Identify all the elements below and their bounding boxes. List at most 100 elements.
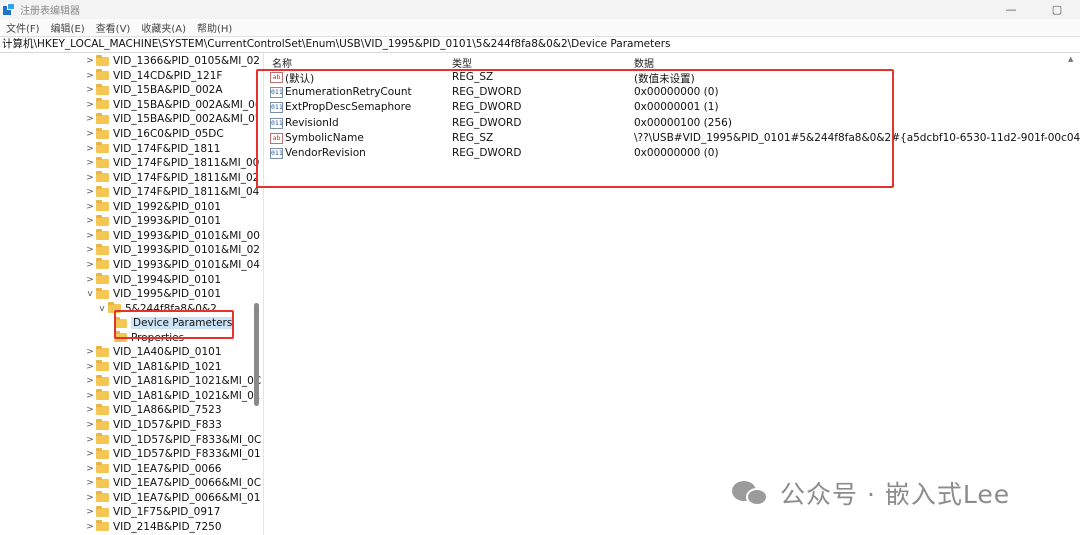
chevron-right-icon[interactable]: > bbox=[84, 420, 96, 430]
tree-item[interactable]: > VID_1A81&PID_1021&MI_01 bbox=[84, 389, 260, 404]
tree-item[interactable]: > VID_1993&PID_0101&MI_04 bbox=[84, 258, 260, 273]
scroll-up-arrow-icon[interactable]: ▲ bbox=[1068, 55, 1073, 63]
chevron-right-icon[interactable]: > bbox=[84, 391, 96, 401]
window-controls: — ▢ bbox=[988, 0, 1080, 19]
folder-icon bbox=[96, 185, 109, 197]
tree-item[interactable]: > VID_1366&PID_0105&MI_02 bbox=[84, 54, 260, 69]
chevron-right-icon[interactable]: > bbox=[84, 376, 96, 386]
tree-item[interactable]: > VID_1A81&PID_1021 bbox=[84, 360, 222, 375]
tree-item[interactable]: > VID_1F75&PID_0917 bbox=[84, 505, 220, 520]
tree-item-label: VID_1A86&PID_7523 bbox=[113, 404, 222, 417]
column-header-name[interactable]: 名称 bbox=[272, 55, 292, 70]
tree-item-label: VID_1EA7&PID_0066&MI_01 bbox=[113, 491, 261, 504]
chevron-right-icon[interactable]: > bbox=[84, 173, 96, 183]
chevron-right-icon[interactable]: > bbox=[84, 129, 96, 139]
tree-item-label: VID_1D57&PID_F833&MI_0C bbox=[113, 433, 262, 446]
tree-item[interactable]: > VID_174F&PID_1811&MI_04 bbox=[84, 185, 259, 200]
tree-item[interactable]: > VID_1D57&PID_F833 bbox=[84, 418, 222, 433]
tree-item[interactable]: > VID_1A81&PID_1021&MI_0C bbox=[84, 374, 261, 389]
folder-icon bbox=[96, 156, 109, 168]
wechat-logo-icon bbox=[732, 478, 770, 508]
regedit-app-icon bbox=[3, 3, 16, 16]
tree-item[interactable]: > VID_1EA7&PID_0066&MI_0C bbox=[84, 476, 261, 491]
chevron-right-icon[interactable]: > bbox=[84, 362, 96, 372]
tree-item[interactable]: > VID_174F&PID_1811 bbox=[84, 141, 220, 156]
tree-scroll-thumb[interactable] bbox=[254, 303, 259, 406]
folder-icon bbox=[96, 491, 109, 503]
tree-item[interactable]: > VID_15BA&PID_002A bbox=[84, 83, 223, 98]
chevron-right-icon[interactable]: > bbox=[84, 275, 96, 285]
address-bar[interactable]: 计算机\HKEY_LOCAL_MACHINE\SYSTEM\CurrentCon… bbox=[0, 36, 1080, 53]
tree-item[interactable]: > VID_214B&PID_7250 bbox=[84, 520, 222, 535]
chevron-right-icon[interactable]: > bbox=[84, 507, 96, 517]
chevron-right-icon[interactable]: > bbox=[84, 245, 96, 255]
tree-item[interactable]: > VID_15BA&PID_002A&MI_0' bbox=[84, 112, 258, 127]
chevron-right-icon[interactable]: > bbox=[84, 158, 96, 168]
folder-icon bbox=[96, 127, 109, 139]
chevron-right-icon[interactable]: > bbox=[84, 478, 96, 488]
minimize-button[interactable]: — bbox=[988, 0, 1034, 19]
tree-item[interactable]: > VID_1A86&PID_7523 bbox=[84, 403, 222, 418]
tree-item[interactable]: > VID_174F&PID_1811&MI_00 bbox=[84, 156, 259, 171]
menu-view[interactable]: 查看(V) bbox=[96, 20, 131, 35]
tree-item-label: VID_1A81&PID_1021 bbox=[113, 360, 222, 373]
tree-item[interactable]: > VID_1A40&PID_0101 bbox=[84, 345, 222, 360]
chevron-right-icon[interactable]: > bbox=[84, 231, 96, 241]
chevron-right-icon[interactable]: > bbox=[84, 100, 96, 110]
column-header-type[interactable]: 类型 bbox=[452, 55, 472, 70]
chevron-right-icon[interactable]: > bbox=[84, 216, 96, 226]
chevron-right-icon[interactable]: > bbox=[84, 71, 96, 81]
chevron-right-icon[interactable]: > bbox=[84, 202, 96, 212]
chevron-right-icon[interactable]: > bbox=[84, 114, 96, 124]
chevron-down-icon[interactable]: v bbox=[84, 289, 96, 299]
folder-icon bbox=[96, 447, 109, 459]
column-header-data[interactable]: 数据 bbox=[634, 55, 654, 70]
menu-file[interactable]: 文件(F) bbox=[6, 20, 40, 35]
tree-item[interactable]: > VID_1993&PID_0101&MI_02 bbox=[84, 243, 260, 258]
tree-item-label: VID_14CD&PID_121F bbox=[113, 69, 223, 82]
folder-icon bbox=[96, 389, 109, 401]
folder-icon bbox=[96, 200, 109, 212]
folder-icon bbox=[96, 98, 109, 110]
tree-item[interactable]: > VID_1992&PID_0101 bbox=[84, 200, 221, 215]
chevron-right-icon[interactable]: > bbox=[84, 260, 96, 270]
tree-item[interactable]: > VID_16C0&PID_05DC bbox=[84, 127, 224, 142]
chevron-down-icon[interactable]: v bbox=[96, 304, 108, 314]
menu-help[interactable]: 帮助(H) bbox=[197, 20, 232, 35]
tree-item[interactable]: > VID_1D57&PID_F833&MI_01 bbox=[84, 447, 261, 462]
chevron-right-icon[interactable]: > bbox=[84, 464, 96, 474]
tree-item[interactable]: > VID_1994&PID_0101 bbox=[84, 272, 221, 287]
chevron-right-icon[interactable]: > bbox=[84, 522, 96, 532]
key-tree[interactable]: > VID_1366&PID_0105&MI_02 > VID_14CD&PID_12… bbox=[0, 53, 264, 535]
menu-favorites[interactable]: 收藏夹(A) bbox=[141, 20, 186, 35]
chevron-right-icon[interactable]: > bbox=[84, 347, 96, 357]
tree-item[interactable]: > VID_174F&PID_1811&MI_02 bbox=[84, 170, 259, 185]
tree-item-label: VID_16C0&PID_05DC bbox=[113, 128, 224, 140]
tree-item[interactable]: > VID_1D57&PID_F833&MI_0C bbox=[84, 432, 261, 447]
tree-item[interactable]: > VID_1993&PID_0101 bbox=[84, 214, 221, 229]
tree-item[interactable]: > VID_14CD&PID_121F bbox=[84, 69, 222, 84]
tree-item[interactable]: > VID_1EA7&PID_0066 bbox=[84, 461, 221, 476]
menu-edit[interactable]: 编辑(E) bbox=[51, 20, 85, 35]
tree-item[interactable]: v VID_1995&PID_0101 bbox=[84, 287, 221, 302]
chevron-right-icon[interactable]: > bbox=[84, 405, 96, 415]
folder-icon bbox=[96, 345, 109, 357]
restore-button[interactable]: ▢ bbox=[1034, 0, 1080, 19]
chevron-right-icon[interactable]: > bbox=[84, 187, 96, 197]
tree-item[interactable]: > VID_1993&PID_0101&MI_00 bbox=[84, 229, 260, 244]
tree-item[interactable]: > VID_1EA7&PID_0066&MI_01 bbox=[84, 491, 260, 506]
tree-item[interactable]: > VID_15BA&PID_002A&MI_0( bbox=[84, 98, 259, 113]
chevron-right-icon[interactable]: > bbox=[84, 449, 96, 459]
folder-icon bbox=[96, 476, 109, 488]
folder-icon bbox=[96, 229, 109, 241]
chevron-right-icon[interactable]: > bbox=[84, 493, 96, 503]
list-header: 名称 类型 数据 bbox=[266, 53, 1066, 70]
annotation-box-selected-key bbox=[114, 310, 234, 339]
tree-item-label: VID_1993&PID_0101 bbox=[113, 215, 222, 228]
chevron-right-icon[interactable]: > bbox=[84, 56, 96, 66]
chevron-right-icon[interactable]: > bbox=[84, 144, 96, 154]
chevron-right-icon[interactable]: > bbox=[84, 85, 96, 95]
tree-item-label: VID_174F&PID_1811&MI_00 bbox=[113, 157, 260, 170]
folder-icon bbox=[96, 171, 109, 183]
chevron-right-icon[interactable]: > bbox=[84, 435, 96, 445]
